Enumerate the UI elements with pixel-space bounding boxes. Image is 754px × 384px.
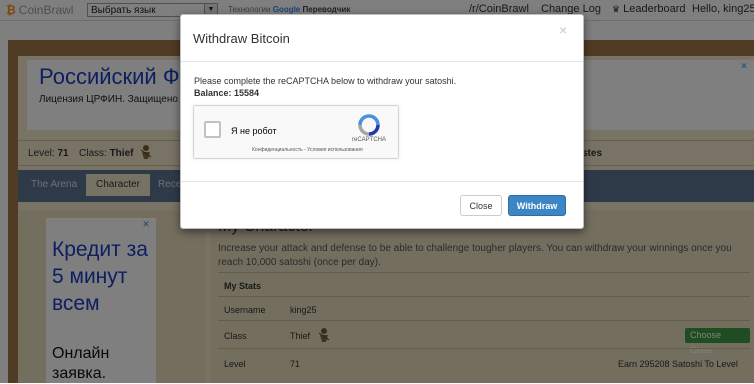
modal-message: Please complete the reCAPTCHA below to w… xyxy=(194,76,457,86)
recaptcha-widget: Я не робот reCAPTCHA Конфиденциальность … xyxy=(193,105,399,159)
withdraw-button[interactable]: Withdraw xyxy=(508,195,566,216)
modal-header: Withdraw Bitcoin × xyxy=(181,15,583,62)
modal-footer: Close Withdraw xyxy=(181,181,583,229)
recaptcha-links[interactable]: Конфиденциальность - Условия использован… xyxy=(252,147,363,153)
close-icon[interactable]: × xyxy=(559,22,567,38)
recaptcha-brand: reCAPTCHA xyxy=(352,137,387,143)
recaptcha-checkbox[interactable] xyxy=(204,121,221,138)
withdraw-modal: Withdraw Bitcoin × Please complete the r… xyxy=(180,14,584,229)
close-button[interactable]: Close xyxy=(460,195,502,216)
recaptcha-label: Я не робот xyxy=(231,126,277,136)
modal-title: Withdraw Bitcoin xyxy=(193,31,290,46)
recaptcha-logo-icon xyxy=(358,114,380,136)
balance-text: Balance: 15584 xyxy=(194,88,260,98)
